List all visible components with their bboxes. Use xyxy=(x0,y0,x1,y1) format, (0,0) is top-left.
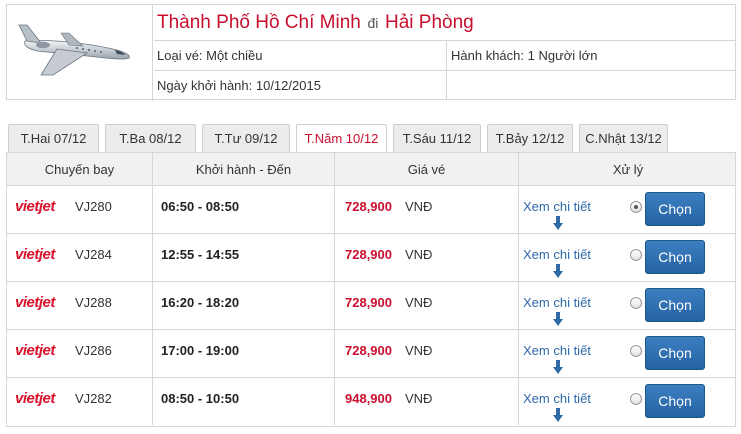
departure-date: Ngày khởi hành: 10/12/2015 xyxy=(154,71,447,100)
price-cell: 728,900 VNĐ xyxy=(335,330,519,377)
currency: VNĐ xyxy=(405,247,433,262)
vietjet-logo: vietjet xyxy=(15,294,55,311)
flight-time: 06:50 - 08:50 xyxy=(161,199,240,214)
tab-date-3[interactable]: T.Năm 10/12 xyxy=(296,124,387,152)
search-summary: Thành Phố Hồ Chí Minh đi Hải Phòng Loại … xyxy=(6,4,736,101)
view-details-link[interactable]: Xem chi tiết xyxy=(523,343,591,358)
price-cell: 728,900 VNĐ xyxy=(335,282,519,329)
arrow-down-icon[interactable] xyxy=(553,216,563,230)
flight-time: 17:00 - 19:00 xyxy=(161,343,240,358)
airplane-icon xyxy=(18,24,130,76)
action-cell: Xem chi tiết Chọn xyxy=(519,234,737,281)
flight-number: VJ280 xyxy=(75,199,112,214)
select-radio[interactable] xyxy=(630,345,642,357)
col-time: Khởi hành - Đến xyxy=(153,153,335,185)
flight-number: VJ288 xyxy=(75,295,112,310)
currency: VNĐ xyxy=(405,343,433,358)
ticket-price: 728,900 xyxy=(345,199,392,214)
flight-time: 08:50 - 10:50 xyxy=(161,391,240,406)
time-cell: 08:50 - 10:50 xyxy=(153,378,335,425)
view-details-link[interactable]: Xem chi tiết xyxy=(523,199,591,214)
flight-time: 12:55 - 14:55 xyxy=(161,247,240,262)
flight-cell: vietjet VJ286 xyxy=(7,330,153,377)
flight-time: 16:20 - 18:20 xyxy=(161,295,240,310)
arrow-down-icon[interactable] xyxy=(553,360,563,374)
choose-button[interactable]: Chọn xyxy=(645,192,705,226)
flight-number: VJ282 xyxy=(75,391,112,406)
action-cell: Xem chi tiết Chọn xyxy=(519,378,737,425)
tab-date-4[interactable]: T.Sáu 11/12 xyxy=(393,124,481,152)
col-action: Xử lý xyxy=(612,162,644,177)
info-row-date: Ngày khởi hành: 10/12/2015 xyxy=(154,71,735,101)
flight-number: VJ286 xyxy=(75,343,112,358)
currency: VNĐ xyxy=(405,295,433,310)
ticket-type: Loại vé: Một chiều xyxy=(154,41,447,70)
tab-date-6[interactable]: C.Nhật 13/12 xyxy=(579,124,668,152)
select-radio[interactable] xyxy=(630,201,642,213)
arrow-down-icon[interactable] xyxy=(553,264,563,278)
select-radio[interactable] xyxy=(630,393,642,405)
plane-image-cell xyxy=(7,5,153,101)
table-row: vietjet VJ286 17:00 - 19:00 728,900 VNĐ … xyxy=(7,330,735,378)
price-cell: 948,900 VNĐ xyxy=(335,378,519,425)
col-flight: Chuyến bay xyxy=(7,153,153,185)
ticket-price: 728,900 xyxy=(345,343,392,358)
choose-button[interactable]: Chọn xyxy=(645,384,705,418)
ticket-price: 948,900 xyxy=(345,391,392,406)
tab-date-5[interactable]: T.Bảy 12/12 xyxy=(487,124,573,152)
flight-cell: vietjet VJ288 xyxy=(7,282,153,329)
ticket-price: 728,900 xyxy=(345,295,392,310)
flight-number: VJ284 xyxy=(75,247,112,262)
vietjet-logo: vietjet xyxy=(15,342,55,359)
view-details-link[interactable]: Xem chi tiết xyxy=(523,295,591,310)
select-radio[interactable] xyxy=(630,297,642,309)
time-cell: 16:20 - 18:20 xyxy=(153,282,335,329)
table-row: vietjet VJ284 12:55 - 14:55 728,900 VNĐ … xyxy=(7,234,735,282)
time-cell: 12:55 - 14:55 xyxy=(153,234,335,281)
tab-date-1[interactable]: T.Ba 08/12 xyxy=(105,124,196,152)
price-cell: 728,900 VNĐ xyxy=(335,186,519,233)
table-row: vietjet VJ288 16:20 - 18:20 728,900 VNĐ … xyxy=(7,282,735,330)
select-radio[interactable] xyxy=(630,249,642,261)
destination-city: Hải Phòng xyxy=(385,12,474,33)
origin-city: Thành Phố Hồ Chí Minh xyxy=(157,12,361,33)
view-details-link[interactable]: Xem chi tiết xyxy=(523,247,591,262)
action-cell: Xem chi tiết Chọn xyxy=(519,282,737,329)
price-cell: 728,900 VNĐ xyxy=(335,234,519,281)
action-cell: Xem chi tiết Chọn xyxy=(519,330,737,377)
action-cell: Xem chi tiết Chọn xyxy=(519,186,737,233)
choose-button[interactable]: Chọn xyxy=(645,288,705,322)
flight-cell: vietjet VJ284 xyxy=(7,234,153,281)
route-separator: đi xyxy=(367,15,379,31)
info-row-ticket: Loại vé: Một chiều Hành khách: 1 Người l… xyxy=(154,41,735,71)
vietjet-logo: vietjet xyxy=(15,246,55,263)
table-row: vietjet VJ280 06:50 - 08:50 728,900 VNĐ … xyxy=(7,186,735,234)
empty-cell xyxy=(448,71,735,100)
flight-cell: vietjet VJ280 xyxy=(7,186,153,233)
currency: VNĐ xyxy=(405,391,433,406)
vietjet-logo: vietjet xyxy=(15,198,55,215)
time-cell: 06:50 - 08:50 xyxy=(153,186,335,233)
col-price: Giá vé xyxy=(335,153,519,185)
currency: VNĐ xyxy=(405,199,433,214)
ticket-price: 728,900 xyxy=(345,247,392,262)
tab-date-0[interactable]: T.Hai 07/12 xyxy=(8,124,99,152)
flight-table: Chuyến bay Khởi hành - Đến Giá vé Xử lý … xyxy=(6,152,736,427)
arrow-down-icon[interactable] xyxy=(553,312,563,326)
passenger-count: Hành khách: 1 Người lớn xyxy=(451,48,598,63)
vietjet-logo: vietjet xyxy=(15,390,55,407)
route-title: Thành Phố Hồ Chí Minh đi Hải Phòng xyxy=(154,5,735,41)
time-cell: 17:00 - 19:00 xyxy=(153,330,335,377)
choose-button[interactable]: Chọn xyxy=(645,240,705,274)
arrow-down-icon[interactable] xyxy=(553,408,563,422)
tab-date-2[interactable]: T.Tư 09/12 xyxy=(202,124,290,152)
choose-button[interactable]: Chọn xyxy=(645,336,705,370)
view-details-link[interactable]: Xem chi tiết xyxy=(523,391,591,406)
flight-cell: vietjet VJ282 xyxy=(7,378,153,425)
table-row: vietjet VJ282 08:50 - 10:50 948,900 VNĐ … xyxy=(7,378,735,426)
table-header: Chuyến bay Khởi hành - Đến Giá vé Xử lý xyxy=(7,153,735,186)
